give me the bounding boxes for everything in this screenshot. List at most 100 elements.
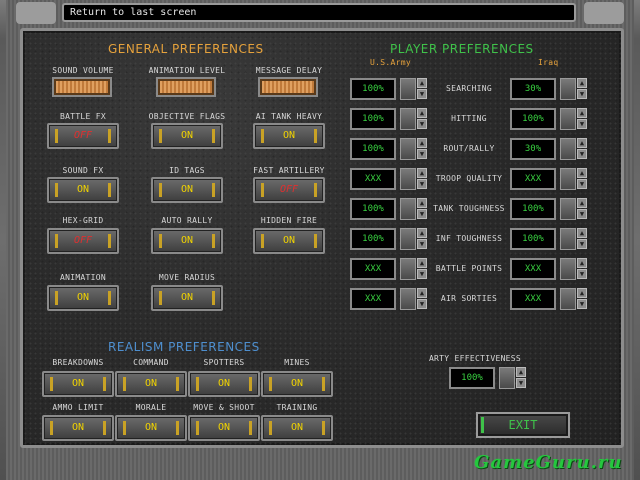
hidden-fire-toggle[interactable]: ON bbox=[253, 228, 325, 254]
morale-toggle[interactable]: ON bbox=[115, 415, 187, 441]
us-army-spinner[interactable]: ▲ ▼ bbox=[400, 108, 428, 130]
iraq-spinner[interactable]: ▲ ▼ bbox=[560, 78, 588, 100]
increase-button[interactable]: ▲ bbox=[577, 198, 587, 208]
decrease-button[interactable]: ▼ bbox=[577, 89, 587, 99]
us-army-spinner[interactable]: ▲ ▼ bbox=[400, 228, 428, 250]
battle-fx-toggle[interactable]: OFF bbox=[47, 123, 119, 149]
us-army-spinner[interactable]: ▲ ▼ bbox=[400, 258, 428, 280]
increase-button[interactable]: ▲ bbox=[417, 78, 427, 88]
decrease-button[interactable]: ▼ bbox=[417, 89, 427, 99]
arty-effectiveness-spinner[interactable]: ▲ ▼ bbox=[499, 367, 527, 389]
increase-button[interactable]: ▲ bbox=[417, 108, 427, 118]
animation-toggle[interactable]: ON bbox=[47, 285, 119, 311]
command-toggle[interactable]: ON bbox=[115, 371, 187, 397]
iraq-spinner[interactable]: ▲ ▼ bbox=[560, 228, 588, 250]
hex-grid-toggle[interactable]: OFF bbox=[47, 228, 119, 254]
spinner-body bbox=[400, 108, 416, 130]
iraq-spinner[interactable]: ▲ ▼ bbox=[560, 288, 588, 310]
spinner-body bbox=[400, 258, 416, 280]
iraq-spinner[interactable]: ▲ ▼ bbox=[560, 138, 588, 160]
move-shoot-toggle[interactable]: ON bbox=[188, 415, 260, 441]
morale-label: MORALE bbox=[135, 403, 167, 412]
hidden-fire-label: HIDDEN FIRE bbox=[260, 216, 318, 225]
spotters-toggle[interactable]: ON bbox=[188, 371, 260, 397]
animation-level-slider[interactable] bbox=[156, 77, 216, 97]
increase-button[interactable]: ▲ bbox=[417, 228, 427, 238]
us-army-spinner[interactable]: ▲ ▼ bbox=[400, 168, 428, 190]
arty-effectiveness-value: 100% bbox=[449, 367, 495, 389]
us-army-spinner[interactable]: ▲ ▼ bbox=[400, 198, 428, 220]
increase-button[interactable]: ▲ bbox=[577, 258, 587, 268]
spinner-body bbox=[560, 258, 576, 280]
message-delay-slider[interactable] bbox=[258, 77, 318, 97]
ai-tank-heavy-toggle[interactable]: ON bbox=[253, 123, 325, 149]
spotters-label: SPOTTERS bbox=[203, 358, 245, 367]
us-army-spinner[interactable]: ▲ ▼ bbox=[400, 138, 428, 160]
sound-fx-label: SOUND FX bbox=[62, 166, 104, 175]
arty-effectiveness-label: ARTY EFFECTIVENESS bbox=[428, 354, 522, 363]
message-delay-label: MESSAGE DELAY bbox=[255, 66, 323, 75]
ammo-limit-toggle[interactable]: ON bbox=[42, 415, 114, 441]
decrease-button[interactable]: ▼ bbox=[417, 299, 427, 309]
id-tags-toggle[interactable]: ON bbox=[151, 177, 223, 203]
command-label: COMMAND bbox=[133, 358, 169, 367]
iraq-value: 30% bbox=[510, 138, 556, 160]
iraq-spinner[interactable]: ▲ ▼ bbox=[560, 168, 588, 190]
increase-button[interactable]: ▲ bbox=[577, 138, 587, 148]
decrease-button[interactable]: ▼ bbox=[577, 119, 587, 129]
decrease-button[interactable]: ▼ bbox=[577, 149, 587, 159]
iraq-spinner[interactable]: ▲ ▼ bbox=[560, 198, 588, 220]
frame-ornament-right bbox=[584, 2, 624, 24]
us-army-spinner[interactable]: ▲ ▼ bbox=[400, 288, 428, 310]
sound-fx-toggle[interactable]: ON bbox=[47, 177, 119, 203]
decrease-button[interactable]: ▼ bbox=[417, 269, 427, 279]
increase-button[interactable]: ▲ bbox=[417, 138, 427, 148]
breakdowns-toggle[interactable]: ON bbox=[42, 371, 114, 397]
decrease-button[interactable]: ▼ bbox=[577, 299, 587, 309]
spinner-body bbox=[560, 138, 576, 160]
exit-button[interactable]: EXIT bbox=[476, 412, 570, 438]
spinner-body bbox=[400, 168, 416, 190]
increase-button[interactable]: ▲ bbox=[417, 258, 427, 268]
arty-decrease-button[interactable]: ▼ bbox=[516, 378, 526, 388]
realism-preferences-header: REALISM PREFERENCES bbox=[108, 340, 260, 354]
spinner-body bbox=[400, 198, 416, 220]
arty-increase-button[interactable]: ▲ bbox=[516, 367, 526, 377]
mines-toggle[interactable]: ON bbox=[261, 371, 333, 397]
fast-artillery-label: FAST ARTILLERY bbox=[253, 166, 325, 175]
decrease-button[interactable]: ▼ bbox=[577, 209, 587, 219]
us-army-spinner[interactable]: ▲ ▼ bbox=[400, 78, 428, 100]
decrease-button[interactable]: ▼ bbox=[577, 269, 587, 279]
sound-volume-slider[interactable] bbox=[52, 77, 112, 97]
increase-button[interactable]: ▲ bbox=[577, 228, 587, 238]
move-radius-toggle[interactable]: ON bbox=[151, 285, 223, 311]
mines-label: MINES bbox=[284, 358, 310, 367]
decrease-button[interactable]: ▼ bbox=[577, 179, 587, 189]
decrease-button[interactable]: ▼ bbox=[417, 209, 427, 219]
increase-button[interactable]: ▲ bbox=[417, 168, 427, 178]
side-b-label: Iraq bbox=[538, 58, 559, 67]
player-pref-label: TROOP QUALITY bbox=[435, 174, 503, 183]
training-toggle[interactable]: ON bbox=[261, 415, 333, 441]
increase-button[interactable]: ▲ bbox=[577, 168, 587, 178]
decrease-button[interactable]: ▼ bbox=[417, 239, 427, 249]
increase-button[interactable]: ▲ bbox=[577, 78, 587, 88]
decrease-button[interactable]: ▼ bbox=[417, 149, 427, 159]
decrease-button[interactable]: ▼ bbox=[417, 179, 427, 189]
fast-artillery-toggle[interactable]: OFF bbox=[253, 177, 325, 203]
decrease-button[interactable]: ▼ bbox=[417, 119, 427, 129]
iraq-spinner[interactable]: ▲ ▼ bbox=[560, 108, 588, 130]
iraq-spinner[interactable]: ▲ ▼ bbox=[560, 258, 588, 280]
auto-rally-toggle[interactable]: ON bbox=[151, 228, 223, 254]
increase-button[interactable]: ▲ bbox=[577, 108, 587, 118]
sound-volume-label: SOUND VOLUME bbox=[52, 66, 114, 75]
increase-button[interactable]: ▲ bbox=[577, 288, 587, 298]
decrease-button[interactable]: ▼ bbox=[577, 239, 587, 249]
spinner-body bbox=[560, 108, 576, 130]
increase-button[interactable]: ▲ bbox=[417, 288, 427, 298]
player-pref-label: INF TOUGHNESS bbox=[435, 234, 503, 243]
objective-flags-toggle[interactable]: ON bbox=[151, 123, 223, 149]
increase-button[interactable]: ▲ bbox=[417, 198, 427, 208]
watermark-logo: GameGuru.ru bbox=[474, 452, 623, 473]
objective-flags-label: OBJECTIVE FLAGS bbox=[148, 112, 226, 121]
